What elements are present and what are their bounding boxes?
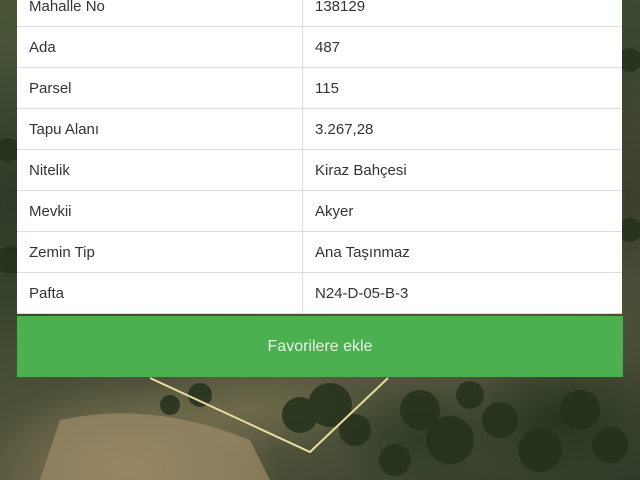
row-value: Kiraz Bahçesi	[315, 161, 407, 179]
table-row: Mahalle No 138129	[17, 0, 622, 27]
row-value: Akyer	[315, 202, 354, 220]
parcel-info-table: Mahalle No 138129 Ada 487 Parsel 115 Tap…	[17, 0, 622, 314]
table-row: Pafta N24-D-05-B-3	[17, 273, 622, 314]
row-label: Zemin Tip	[17, 232, 303, 272]
row-value: 487	[315, 38, 341, 56]
table-row: Tapu Alanı 3.267,28	[17, 109, 622, 150]
row-value: 138129	[315, 0, 366, 15]
row-label: Parsel	[17, 68, 303, 108]
row-label: Mevkii	[17, 191, 303, 231]
row-label: Tapu Alanı	[17, 109, 303, 149]
table-row: Nitelik Kiraz Bahçesi	[17, 150, 622, 191]
row-label: Ada	[17, 27, 303, 67]
row-label: Pafta	[17, 273, 303, 313]
row-label: Nitelik	[17, 150, 303, 190]
row-value: 3.267,28	[315, 120, 374, 138]
table-row: Parsel 115	[17, 68, 622, 109]
row-value: 115	[315, 79, 339, 97]
add-to-favorites-button[interactable]: Favorilere ekle	[17, 316, 623, 377]
row-value: Ana Taşınmaz	[315, 243, 410, 261]
table-row: Ada 487	[17, 27, 622, 68]
row-label: Mahalle No	[17, 0, 303, 26]
table-row: Mevkii Akyer	[17, 191, 622, 232]
row-value: N24-D-05-B-3	[315, 284, 409, 302]
table-row: Zemin Tip Ana Taşınmaz	[17, 232, 622, 273]
